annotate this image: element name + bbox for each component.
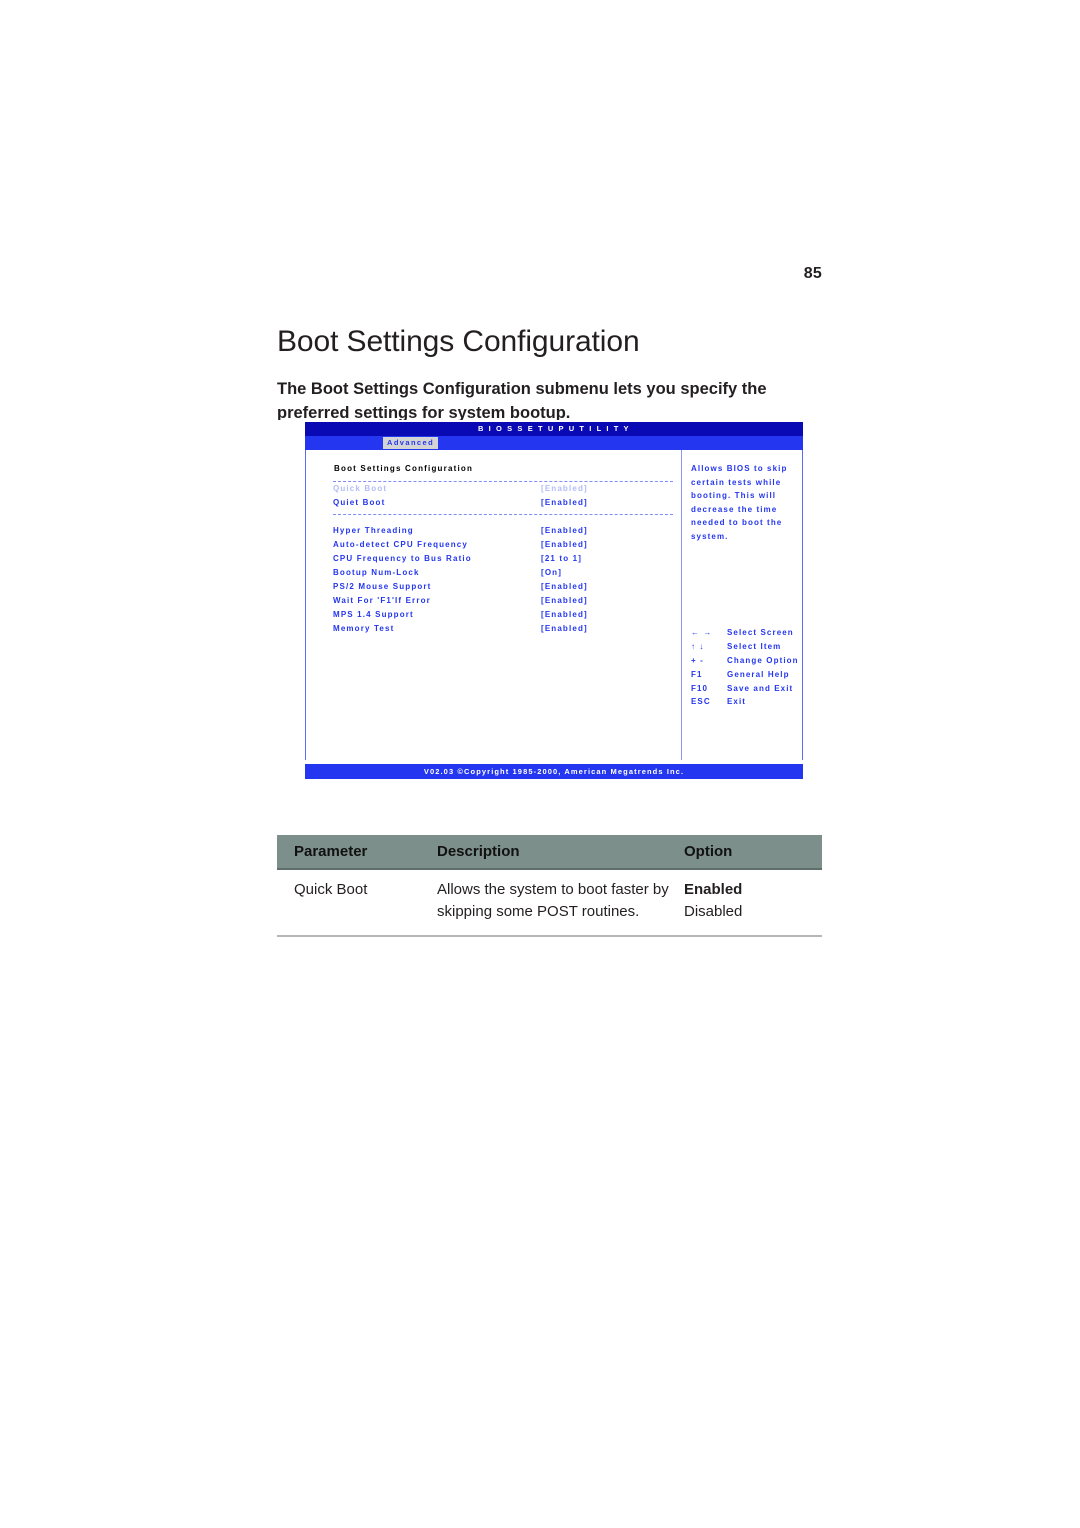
page-intro-paragraph: The Boot Settings Configuration submenu … xyxy=(277,379,767,422)
bios-screen-frame: B I O S S E T U P U T I L I T Y Advanced… xyxy=(305,420,803,786)
bios-option-bootup-num-lock[interactable]: Bootup Num-Lock [On] xyxy=(333,568,673,582)
legend-row-select-screen: ← → Select Screen xyxy=(691,628,801,642)
bios-option-label: Wait For 'F1'If Error xyxy=(333,596,431,605)
legend-description: Select Item xyxy=(727,641,782,651)
column-header-parameter: Parameter xyxy=(277,835,419,870)
bios-footer-copyright: V02.03 ©Copyright 1985-2000, American Me… xyxy=(305,764,803,779)
bios-tab-bar xyxy=(305,436,803,450)
bios-option-wait-for-f1-if-error[interactable]: Wait For 'F1'If Error [Enabled] xyxy=(333,596,673,610)
bios-option-label: Quick Boot xyxy=(333,484,388,493)
bios-option-value: [21 to 1] xyxy=(541,554,583,563)
bios-option-label: CPU Frequency to Bus Ratio xyxy=(333,554,472,563)
bios-option-label: MPS 1.4 Support xyxy=(333,610,414,619)
bios-option-value: [Enabled] xyxy=(541,610,588,619)
bios-help-line: system. xyxy=(691,531,729,541)
column-header-option: Option xyxy=(674,835,822,870)
bios-option-value: [Enabled] xyxy=(541,540,588,549)
bios-dashed-separator-middle xyxy=(333,514,673,515)
bios-option-value: [Enabled] xyxy=(541,596,588,605)
legend-row-select-item: ↑ ↓ Select Item xyxy=(691,642,801,656)
bios-option-value: [Enabled] xyxy=(541,526,588,535)
bios-title-bar: B I O S S E T U P U T I L I T Y xyxy=(305,422,803,436)
bios-help-line: decrease the time xyxy=(691,504,778,514)
arrow-up-down-icon: ↑ ↓ xyxy=(691,641,705,651)
bios-option-ps2-mouse-support[interactable]: PS/2 Mouse Support [Enabled] xyxy=(333,582,673,596)
option-value-alternate: Disabled xyxy=(684,903,743,920)
bios-option-memory-test[interactable]: Memory Test [Enabled] xyxy=(333,624,673,638)
bios-help-line: Allows BIOS to skip xyxy=(691,464,788,473)
legend-description: General Help xyxy=(727,669,790,679)
bios-option-label: Memory Test xyxy=(333,624,395,633)
legend-row-change-option: + - Change Option xyxy=(691,656,801,670)
legend-description: Select Screen xyxy=(727,628,794,637)
legend-row-general-help: F1 General Help xyxy=(691,670,801,684)
bios-help-line: needed to boot the xyxy=(691,518,783,528)
table-row: Quick Boot Allows the system to boot fas… xyxy=(277,869,822,937)
bios-key-legend: ← → Select Screen ↑ ↓ Select Item + - Ch… xyxy=(691,628,801,711)
page-number: 85 xyxy=(803,265,822,282)
bios-dashed-separator-top xyxy=(333,481,673,482)
bios-option-auto-detect-cpu-frequency[interactable]: Auto-detect CPU Frequency [Enabled] xyxy=(333,540,673,554)
bios-option-value: [Enabled] xyxy=(541,498,588,507)
bios-section-title: Boot Settings Configuration xyxy=(334,464,474,473)
arrow-left-right-icon: ← → xyxy=(691,628,713,637)
key-f1-label: F1 xyxy=(691,669,703,679)
bios-option-quiet-boot[interactable]: Quiet Boot [Enabled] xyxy=(333,498,673,512)
bios-option-value: [Enabled] xyxy=(541,582,588,591)
bios-option-value: [Enabled] xyxy=(541,484,588,493)
cell-option: Enabled Disabled xyxy=(674,869,822,937)
legend-description: Change Option xyxy=(727,655,799,665)
cell-description: Allows the system to boot faster by skip… xyxy=(419,869,674,937)
column-header-description: Description xyxy=(419,835,674,870)
bios-option-value: [Enabled] xyxy=(541,624,588,633)
bios-help-panel: Allows BIOS to skip certain tests while … xyxy=(691,462,799,544)
bios-help-line: booting. This will xyxy=(691,491,777,501)
bios-help-line: certain tests while xyxy=(691,477,782,487)
bios-option-label: Hyper Threading xyxy=(333,526,414,535)
bios-option-hyper-threading[interactable]: Hyper Threading [Enabled] xyxy=(333,526,673,540)
key-esc-label: ESC xyxy=(691,697,711,707)
legend-description: Exit xyxy=(727,697,747,707)
bios-option-cpu-frequency-to-bus-ratio[interactable]: CPU Frequency to Bus Ratio [21 to 1] xyxy=(333,554,673,568)
bios-option-label: Bootup Num-Lock xyxy=(333,568,420,577)
bios-option-label: Quiet Boot xyxy=(333,498,386,507)
bios-tab-advanced[interactable]: Advanced xyxy=(383,437,439,449)
legend-row-exit: ESC Exit xyxy=(691,697,801,711)
bios-setup-screenshot: B I O S S E T U P U T I L I T Y Advanced… xyxy=(277,420,822,786)
bios-option-value: [On] xyxy=(541,568,563,577)
bios-option-label: Auto-detect CPU Frequency xyxy=(333,540,468,549)
plus-minus-icon: + - xyxy=(691,655,704,665)
legend-row-save-and-exit: F10 Save and Exit xyxy=(691,684,801,698)
table-header-row: Parameter Description Option xyxy=(277,835,822,870)
bios-option-mps-1-4-support[interactable]: MPS 1.4 Support [Enabled] xyxy=(333,610,673,624)
legend-description: Save and Exit xyxy=(727,683,794,693)
cell-parameter: Quick Boot xyxy=(277,869,419,937)
bios-column-divider xyxy=(681,450,682,760)
option-value-selected: Enabled xyxy=(684,881,743,898)
key-f10-label: F10 xyxy=(691,683,709,693)
parameter-table: Parameter Description Option Quick Boot … xyxy=(277,835,822,937)
page-title: Boot Settings Configuration xyxy=(277,325,640,359)
bios-option-label: PS/2 Mouse Support xyxy=(333,582,432,591)
bios-option-quick-boot[interactable]: Quick Boot [Enabled] xyxy=(333,484,673,498)
